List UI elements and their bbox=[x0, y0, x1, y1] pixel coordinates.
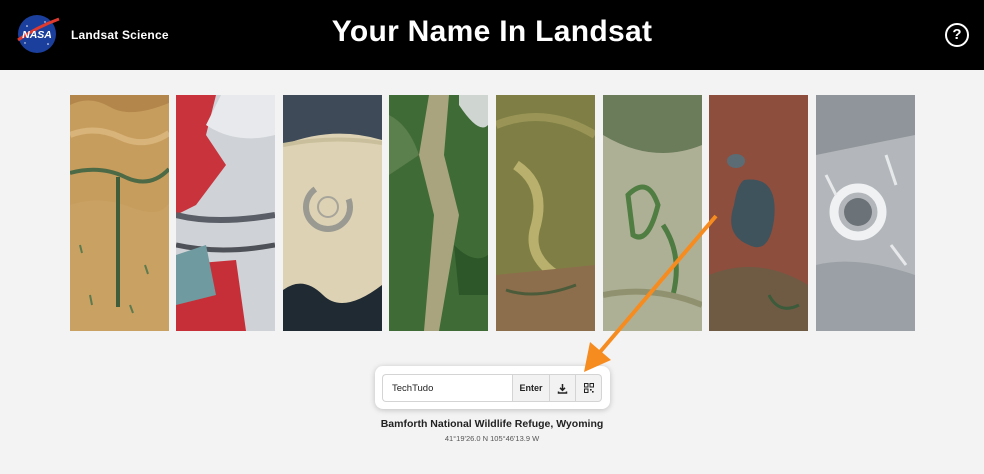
tile-playa-circle[interactable] bbox=[283, 95, 382, 331]
location-name: Bamforth National Wildlife Refuge, Wyomi… bbox=[380, 418, 604, 430]
tile-desert-dunes[interactable] bbox=[70, 95, 169, 331]
help-icon: ? bbox=[952, 26, 962, 43]
tile-red-lake[interactable] bbox=[709, 95, 808, 331]
qr-grid-button[interactable] bbox=[576, 374, 602, 402]
location-coordinates: 41°19'26.0 N 105°46'13.9 W bbox=[444, 434, 540, 443]
name-input[interactable] bbox=[382, 374, 512, 402]
qr-grid-icon bbox=[583, 383, 594, 393]
download-button[interactable] bbox=[550, 374, 576, 402]
page-title: Your Name In Landsat bbox=[331, 15, 653, 48]
help-button[interactable]: ? bbox=[945, 23, 969, 47]
tile-olive-river[interactable] bbox=[496, 95, 595, 331]
tile-green-mountains[interactable] bbox=[389, 95, 488, 331]
tile-glacier-red[interactable] bbox=[176, 95, 275, 331]
tile-green-plains[interactable] bbox=[603, 95, 702, 331]
name-input-card: Enter bbox=[375, 366, 610, 409]
header-bar: NASA Landsat Science Your Name In Landsa… bbox=[0, 0, 984, 70]
enter-button[interactable]: Enter bbox=[512, 374, 550, 402]
download-icon bbox=[557, 383, 568, 394]
tile-crater-lake[interactable] bbox=[816, 95, 915, 331]
